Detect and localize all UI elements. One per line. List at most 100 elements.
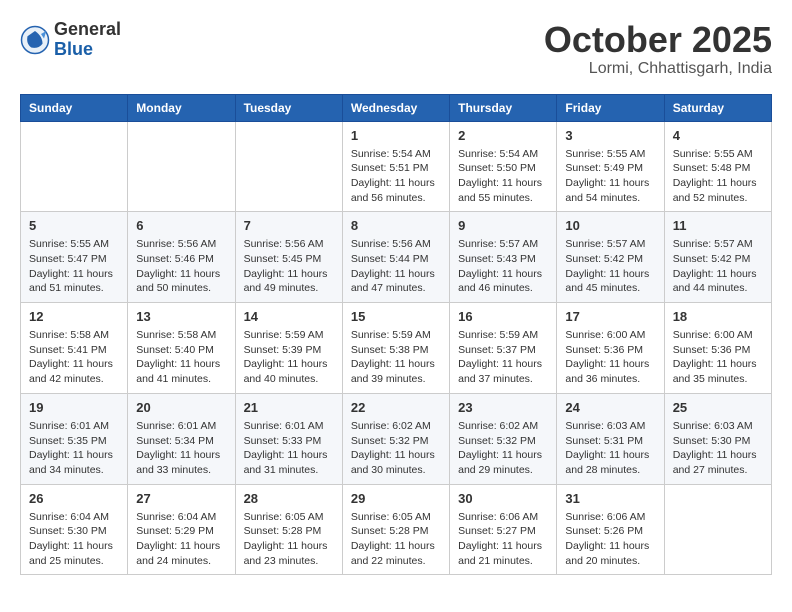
calendar-cell: 8 Sunrise: 5:56 AMSunset: 5:44 PMDaylight… (342, 212, 449, 303)
calendar-cell: 28 Sunrise: 6:05 AMSunset: 5:28 PMDayligh… (235, 484, 342, 575)
day-info: Sunrise: 6:06 AMSunset: 5:26 PMDaylight:… (565, 510, 655, 569)
day-number: 25 (673, 400, 763, 415)
day-number: 15 (351, 309, 441, 324)
day-number: 26 (29, 491, 119, 506)
day-number: 11 (673, 218, 763, 233)
day-number: 23 (458, 400, 548, 415)
weekday-header: Tuesday (235, 94, 342, 121)
day-info: Sunrise: 5:57 AMSunset: 5:43 PMDaylight:… (458, 237, 548, 296)
day-number: 29 (351, 491, 441, 506)
calendar-cell: 15 Sunrise: 5:59 AMSunset: 5:38 PMDayligh… (342, 303, 449, 394)
page-header: General Blue October 2025 Lormi, Chhatti… (20, 20, 772, 78)
day-info: Sunrise: 6:05 AMSunset: 5:28 PMDaylight:… (351, 510, 441, 569)
day-info: Sunrise: 6:04 AMSunset: 5:30 PMDaylight:… (29, 510, 119, 569)
day-number: 31 (565, 491, 655, 506)
calendar-cell: 11Sunrise: 5:57 AMSunset: 5:42 PMDayligh… (664, 212, 771, 303)
calendar-cell: 23 Sunrise: 6:02 AMSunset: 5:32 PMDayligh… (450, 393, 557, 484)
calendar-header-row: SundayMondayTuesdayWednesdayThursdayFrid… (21, 94, 772, 121)
day-number: 9 (458, 218, 548, 233)
day-info: Sunrise: 6:03 AMSunset: 5:30 PMDaylight:… (673, 419, 763, 478)
logo-icon (20, 25, 50, 55)
calendar-cell: 1 Sunrise: 5:54 AMSunset: 5:51 PMDaylight… (342, 121, 449, 212)
day-info: Sunrise: 5:55 AMSunset: 5:49 PMDaylight:… (565, 147, 655, 206)
weekday-header: Monday (128, 94, 235, 121)
calendar-cell: 17 Sunrise: 6:00 AMSunset: 5:36 PMDayligh… (557, 303, 664, 394)
day-number: 8 (351, 218, 441, 233)
day-info: Sunrise: 6:01 AMSunset: 5:35 PMDaylight:… (29, 419, 119, 478)
calendar-cell: 21 Sunrise: 6:01 AMSunset: 5:33 PMDayligh… (235, 393, 342, 484)
day-number: 2 (458, 128, 548, 143)
calendar-cell: 2 Sunrise: 5:54 AMSunset: 5:50 PMDaylight… (450, 121, 557, 212)
day-info: Sunrise: 5:56 AMSunset: 5:44 PMDaylight:… (351, 237, 441, 296)
day-number: 4 (673, 128, 763, 143)
day-number: 1 (351, 128, 441, 143)
day-number: 3 (565, 128, 655, 143)
calendar-week-row: 26 Sunrise: 6:04 AMSunset: 5:30 PMDayligh… (21, 484, 772, 575)
calendar-cell: 13Sunrise: 5:58 AMSunset: 5:40 PMDayligh… (128, 303, 235, 394)
day-info: Sunrise: 6:04 AMSunset: 5:29 PMDaylight:… (136, 510, 226, 569)
calendar-cell: 3 Sunrise: 5:55 AMSunset: 5:49 PMDaylight… (557, 121, 664, 212)
day-number: 10 (565, 218, 655, 233)
day-info: Sunrise: 6:00 AMSunset: 5:36 PMDaylight:… (565, 328, 655, 387)
day-info: Sunrise: 5:59 AMSunset: 5:37 PMDaylight:… (458, 328, 548, 387)
calendar-cell: 19 Sunrise: 6:01 AMSunset: 5:35 PMDayligh… (21, 393, 128, 484)
calendar-cell: 25 Sunrise: 6:03 AMSunset: 5:30 PMDayligh… (664, 393, 771, 484)
day-number: 5 (29, 218, 119, 233)
day-info: Sunrise: 6:02 AMSunset: 5:32 PMDaylight:… (351, 419, 441, 478)
calendar-cell: 29 Sunrise: 6:05 AMSunset: 5:28 PMDayligh… (342, 484, 449, 575)
calendar-cell: 4Sunrise: 5:55 AMSunset: 5:48 PMDaylight… (664, 121, 771, 212)
calendar-cell: 16 Sunrise: 5:59 AMSunset: 5:37 PMDayligh… (450, 303, 557, 394)
calendar-cell: 9 Sunrise: 5:57 AMSunset: 5:43 PMDaylight… (450, 212, 557, 303)
title-section: October 2025 Lormi, Chhattisgarh, India (544, 20, 772, 78)
weekday-header: Saturday (664, 94, 771, 121)
day-info: Sunrise: 5:57 AMSunset: 5:42 PMDaylight:… (565, 237, 655, 296)
calendar-cell: 14Sunrise: 5:59 AMSunset: 5:39 PMDayligh… (235, 303, 342, 394)
weekday-header: Friday (557, 94, 664, 121)
day-info: Sunrise: 6:05 AMSunset: 5:28 PMDaylight:… (244, 510, 334, 569)
day-info: Sunrise: 6:01 AMSunset: 5:33 PMDaylight:… (244, 419, 334, 478)
day-info: Sunrise: 5:58 AMSunset: 5:41 PMDaylight:… (29, 328, 119, 387)
day-number: 21 (244, 400, 334, 415)
day-info: Sunrise: 5:56 AMSunset: 5:45 PMDaylight:… (244, 237, 334, 296)
calendar-cell: 20 Sunrise: 6:01 AMSunset: 5:34 PMDayligh… (128, 393, 235, 484)
calendar-cell (235, 121, 342, 212)
day-info: Sunrise: 6:00 AMSunset: 5:36 PMDaylight:… (673, 328, 763, 387)
calendar-cell: 10 Sunrise: 5:57 AMSunset: 5:42 PMDayligh… (557, 212, 664, 303)
calendar-cell: 31 Sunrise: 6:06 AMSunset: 5:26 PMDayligh… (557, 484, 664, 575)
logo-text: General Blue (54, 20, 121, 60)
day-info: Sunrise: 5:59 AMSunset: 5:38 PMDaylight:… (351, 328, 441, 387)
calendar-cell: 18Sunrise: 6:00 AMSunset: 5:36 PMDayligh… (664, 303, 771, 394)
calendar-cell: 30Sunrise: 6:06 AMSunset: 5:27 PMDayligh… (450, 484, 557, 575)
calendar-cell (21, 121, 128, 212)
weekday-header: Sunday (21, 94, 128, 121)
day-number: 12 (29, 309, 119, 324)
weekday-header: Wednesday (342, 94, 449, 121)
calendar-cell: 26 Sunrise: 6:04 AMSunset: 5:30 PMDayligh… (21, 484, 128, 575)
day-info: Sunrise: 6:01 AMSunset: 5:34 PMDaylight:… (136, 419, 226, 478)
calendar-cell: 27Sunrise: 6:04 AMSunset: 5:29 PMDayligh… (128, 484, 235, 575)
logo-blue: Blue (54, 40, 121, 60)
day-number: 28 (244, 491, 334, 506)
day-info: Sunrise: 5:54 AMSunset: 5:50 PMDaylight:… (458, 147, 548, 206)
day-info: Sunrise: 6:02 AMSunset: 5:32 PMDaylight:… (458, 419, 548, 478)
day-info: Sunrise: 5:58 AMSunset: 5:40 PMDaylight:… (136, 328, 226, 387)
day-number: 7 (244, 218, 334, 233)
day-info: Sunrise: 5:54 AMSunset: 5:51 PMDaylight:… (351, 147, 441, 206)
day-number: 16 (458, 309, 548, 324)
calendar-cell: 12 Sunrise: 5:58 AMSunset: 5:41 PMDayligh… (21, 303, 128, 394)
day-number: 30 (458, 491, 548, 506)
day-number: 6 (136, 218, 226, 233)
logo-general: General (54, 20, 121, 40)
day-info: Sunrise: 5:56 AMSunset: 5:46 PMDaylight:… (136, 237, 226, 296)
day-number: 17 (565, 309, 655, 324)
day-number: 22 (351, 400, 441, 415)
calendar-week-row: 19 Sunrise: 6:01 AMSunset: 5:35 PMDayligh… (21, 393, 772, 484)
day-number: 20 (136, 400, 226, 415)
calendar-week-row: 12 Sunrise: 5:58 AMSunset: 5:41 PMDayligh… (21, 303, 772, 394)
month-title: October 2025 (544, 20, 772, 60)
day-info: Sunrise: 5:59 AMSunset: 5:39 PMDaylight:… (244, 328, 334, 387)
location: Lormi, Chhattisgarh, India (544, 60, 772, 78)
logo: General Blue (20, 20, 121, 60)
day-number: 19 (29, 400, 119, 415)
calendar-cell: 5Sunrise: 5:55 AMSunset: 5:47 PMDaylight… (21, 212, 128, 303)
